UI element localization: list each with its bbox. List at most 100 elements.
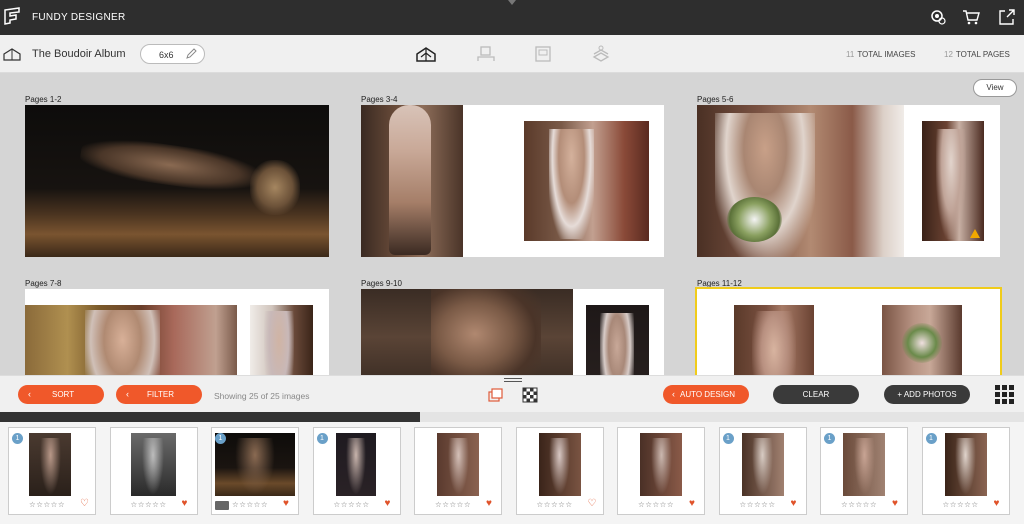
heart-outline-icon[interactable]: ♡ xyxy=(588,498,597,509)
spread-label: Pages 11-12 xyxy=(697,279,742,288)
total-images-label: TOTAL IMAGES xyxy=(857,50,916,59)
edit-pencil-icon[interactable] xyxy=(185,48,197,60)
star-rating[interactable]: ☆☆☆☆☆ xyxy=(435,500,471,509)
spread-photo[interactable] xyxy=(361,105,463,257)
heart-filled-icon[interactable]: ♥ xyxy=(994,498,1000,509)
spread-page[interactable] xyxy=(361,289,664,375)
spread-label: Pages 1-2 xyxy=(25,95,62,104)
spread-page[interactable] xyxy=(697,105,1000,257)
album-name[interactable]: The Boudoir Album xyxy=(32,48,126,60)
chevron-left-icon: ‹ xyxy=(672,389,675,399)
star-rating[interactable]: ☆☆☆☆☆ xyxy=(638,500,674,509)
fundy-logo-icon xyxy=(4,7,20,25)
spread-workspace: View Pages 1-2 Pages 3-4 Pages 5-6 Pages… xyxy=(0,74,1024,375)
heart-filled-icon[interactable]: ♥ xyxy=(283,498,289,509)
thumbnail-card[interactable]: 1 ☆☆☆☆☆ ♡ xyxy=(8,427,96,515)
thumbnail-card[interactable]: 1 ☆☆☆☆☆ ♥ xyxy=(921,427,1010,515)
star-rating[interactable]: ☆☆☆☆☆ xyxy=(334,500,370,509)
star-rating[interactable]: ☆☆☆☆☆ xyxy=(537,500,573,509)
thumbnail-card[interactable]: 1 ☆☆☆☆☆ ♥ xyxy=(820,427,908,515)
add-photos-button[interactable]: + ADD PHOTOS xyxy=(884,385,970,404)
thumbnail-photo[interactable] xyxy=(29,433,71,496)
layout-view-icon[interactable] xyxy=(476,45,496,63)
filter-label: FILTER xyxy=(147,390,174,399)
usage-count-badge: 1 xyxy=(824,433,835,444)
heart-filled-icon[interactable]: ♥ xyxy=(892,498,898,509)
thumbnail-photo[interactable] xyxy=(335,433,376,496)
thumbnail-photo[interactable] xyxy=(741,433,784,496)
spread-photo[interactable] xyxy=(524,121,649,241)
strip-scrollbar[interactable] xyxy=(0,412,1024,422)
thumbnail-photo[interactable] xyxy=(437,433,479,496)
collapse-arrow-icon[interactable] xyxy=(508,0,516,5)
heart-outline-icon[interactable]: ♡ xyxy=(80,498,89,509)
spread-photo[interactable] xyxy=(882,305,962,375)
album-size-selector[interactable]: 6x6 xyxy=(140,44,205,64)
settings-gear-icon[interactable] xyxy=(929,8,947,26)
thumbnail-card[interactable]: ☆☆☆☆☆ ♡ xyxy=(515,427,604,515)
thumbnail-photo[interactable] xyxy=(130,433,176,496)
photo-stack-icon[interactable] xyxy=(488,387,504,403)
cart-icon[interactable] xyxy=(962,8,980,26)
star-rating[interactable]: ☆☆☆☆☆ xyxy=(740,500,776,509)
spread-photo[interactable] xyxy=(25,105,329,257)
spread-photo[interactable] xyxy=(250,305,313,375)
total-pages: 12 TOTAL PAGES xyxy=(944,50,1010,59)
strip-scroll-thumb[interactable] xyxy=(0,412,420,422)
spread-photo[interactable] xyxy=(922,121,984,241)
usage-count-badge: 1 xyxy=(925,433,937,444)
album-toolbar: The Boudoir Album 6x6 11 TOTAL IMAGES 12 T… xyxy=(0,35,1024,73)
album-view-icon[interactable] xyxy=(416,45,436,63)
filter-button[interactable]: ‹ FILTER xyxy=(116,385,202,404)
star-rating[interactable]: ☆☆☆☆☆ xyxy=(29,500,65,509)
grid-view-icon[interactable] xyxy=(995,385,1014,404)
clear-button[interactable]: CLEAR xyxy=(773,385,859,404)
usage-count-badge: 1 xyxy=(12,433,23,444)
spread-label: Pages 9-10 xyxy=(361,279,402,288)
spread-label: Pages 5-6 xyxy=(697,95,734,104)
spread-page[interactable] xyxy=(361,105,664,257)
heart-filled-icon[interactable]: ♥ xyxy=(791,498,797,509)
spread-page[interactable] xyxy=(25,105,329,257)
heart-filled-icon[interactable]: ♥ xyxy=(385,498,391,509)
thumbnail-photo[interactable] xyxy=(843,433,885,496)
sort-label: SORT xyxy=(52,390,75,399)
star-rating[interactable]: ☆☆☆☆☆ xyxy=(131,500,167,509)
book-icon xyxy=(215,501,229,510)
thumbnail-photo[interactable] xyxy=(944,433,987,496)
resize-handle[interactable] xyxy=(504,378,522,382)
spread-photo[interactable] xyxy=(734,305,814,375)
thumbnail-card[interactable]: 1 ☆☆☆☆☆ ♥ xyxy=(718,427,807,515)
thumbnail-photo[interactable] xyxy=(640,433,682,496)
view-button[interactable]: View xyxy=(973,79,1017,97)
thumbnail-photo[interactable] xyxy=(215,433,295,496)
chevron-left-icon: ‹ xyxy=(126,389,129,399)
action-bar: ‹ SORT ‹ FILTER Showing 25 of 25 images … xyxy=(0,375,1024,412)
checkerboard-icon[interactable] xyxy=(522,387,538,403)
thumbnail-photo[interactable] xyxy=(538,433,581,496)
spread-photo[interactable] xyxy=(697,105,904,257)
spread-page[interactable] xyxy=(695,287,1002,375)
low-resolution-warning-icon[interactable] xyxy=(970,229,980,238)
thumbnail-card[interactable]: ☆☆☆☆☆ ♥ xyxy=(109,427,198,515)
spread-photo[interactable] xyxy=(361,289,573,375)
stack-view-icon[interactable] xyxy=(591,45,611,63)
total-pages-label: TOTAL PAGES xyxy=(955,50,1010,59)
single-page-icon[interactable] xyxy=(533,45,553,63)
thumbnail-card[interactable]: 1 ☆☆☆☆☆ ♥ xyxy=(211,427,299,515)
spread-page[interactable] xyxy=(25,289,329,375)
heart-filled-icon[interactable]: ♥ xyxy=(486,498,492,509)
thumbnail-card[interactable]: 1 ☆☆☆☆☆ ♥ xyxy=(312,427,401,515)
spread-photo[interactable] xyxy=(586,305,649,375)
thumbnail-card[interactable]: ☆☆☆☆☆ ♥ xyxy=(414,427,502,515)
heart-filled-icon[interactable]: ♥ xyxy=(689,498,695,509)
star-rating[interactable]: ☆☆☆☆☆ xyxy=(841,500,877,509)
spread-photo[interactable] xyxy=(25,305,237,375)
external-link-icon[interactable] xyxy=(998,8,1016,26)
thumbnail-card[interactable]: ☆☆☆☆☆ ♥ xyxy=(617,427,705,515)
sort-button[interactable]: ‹ SORT xyxy=(18,385,104,404)
star-rating[interactable]: ☆☆☆☆☆ xyxy=(232,500,268,509)
auto-design-button[interactable]: ‹ AUTO DESIGN xyxy=(663,385,749,404)
star-rating[interactable]: ☆☆☆☆☆ xyxy=(943,500,979,509)
heart-filled-icon[interactable]: ♥ xyxy=(182,498,188,509)
